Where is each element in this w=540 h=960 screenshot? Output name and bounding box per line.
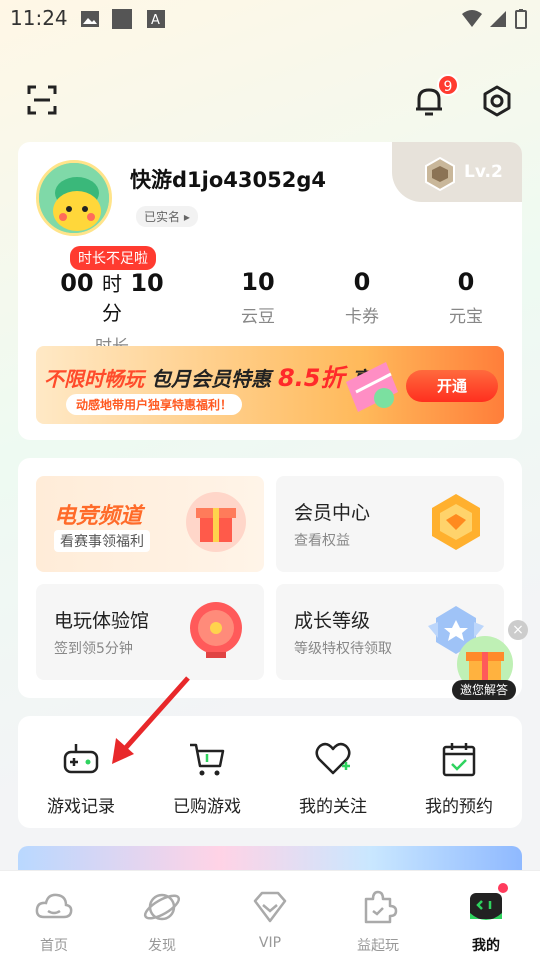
stat-duration-hours-unit: 时	[102, 272, 122, 296]
status-bar: 11:24 A	[0, 0, 540, 40]
nav-vip[interactable]: VIP	[216, 871, 324, 960]
profile-card: 快游d1jo43052g4 已实名 ▸ Lv.2 时长不足啦 00 时 10 分…	[18, 142, 522, 440]
feature-arcade-hall[interactable]: 电玩体验馆 签到领5分钟	[36, 584, 264, 680]
feature-growth-subtitle: 等级特权待领取	[294, 641, 392, 657]
verified-badge[interactable]: 已实名 ▸	[136, 206, 198, 227]
prize-wheel-icon	[190, 602, 242, 658]
svg-text:A: A	[151, 13, 160, 28]
puzzle-icon	[364, 890, 398, 924]
gift-box-icon	[186, 492, 246, 552]
nav-discover-label: 发现	[148, 938, 176, 954]
level-text: Lv.2	[464, 162, 503, 182]
feature-growth-title: 成长等级	[294, 610, 371, 632]
stat-coupons[interactable]: 0 卡券	[302, 268, 422, 327]
gamepad-icon	[63, 744, 99, 774]
stat-coupons-label: 卡券	[345, 307, 379, 327]
cloud-icon	[35, 893, 73, 919]
time-warning-pill: 时长不足啦	[70, 246, 156, 270]
feature-arcade-subtitle: 签到领5分钟	[54, 641, 133, 657]
nav-yiqiwan[interactable]: 益起玩	[324, 871, 432, 960]
wifi-icon	[462, 10, 482, 27]
avatar-image	[39, 163, 109, 233]
settings-icon[interactable]	[480, 84, 514, 118]
stat-ingots-value: 0	[457, 268, 475, 296]
avatar[interactable]	[36, 160, 112, 236]
stat-ingots[interactable]: 0 元宝	[406, 268, 526, 327]
feature-esports-title: 电竞频道	[54, 504, 143, 529]
diamond-icon	[253, 891, 287, 923]
quick-my-follows-label: 我的关注	[299, 797, 367, 817]
notification-badge: 9	[437, 74, 459, 96]
planet-icon	[143, 893, 181, 921]
nav-mine-label: 我的	[472, 938, 500, 954]
nav-mine[interactable]: 我的	[432, 871, 540, 960]
calendar-check-icon	[442, 743, 476, 777]
stat-coupons-value: 0	[353, 268, 371, 296]
quick-actions-card: 游戏记录 已购游戏 我的关注 我的预约	[18, 716, 522, 828]
stat-duration-minutes-unit: 分	[102, 301, 122, 325]
vip-gift-icon	[346, 362, 398, 412]
signal-icon	[490, 11, 506, 27]
banner-title-part2: 包月会员特惠	[150, 367, 271, 391]
image-icon	[81, 11, 99, 27]
nav-discover[interactable]: 发现	[108, 871, 216, 960]
heart-plus-icon	[315, 742, 351, 775]
status-time: 11:24	[10, 6, 68, 30]
bottom-nav: 首页 发现 VIP 益起玩 我的	[0, 870, 540, 960]
battery-icon	[515, 9, 527, 29]
nav-home-label: 首页	[40, 938, 68, 954]
annotation-arrow-icon	[112, 676, 190, 764]
feature-member-center[interactable]: 会员中心 查看权益	[276, 476, 504, 572]
stat-duration-hours: 00	[60, 269, 94, 297]
feature-esports-subtitle: 看赛事领福利	[54, 530, 150, 552]
banner-title: 不限时畅玩 包月会员特惠 8.5折 享	[44, 358, 371, 393]
stat-cloud-beans-label: 云豆	[241, 307, 275, 327]
nav-home[interactable]: 首页	[0, 871, 108, 960]
banner-discount: 8.5折	[277, 364, 345, 392]
profile-face-icon	[470, 893, 502, 920]
help-label[interactable]: 邀您解答	[452, 680, 516, 700]
nav-mine-dot	[498, 883, 508, 893]
stat-ingots-label: 元宝	[449, 307, 483, 327]
username: 快游d1jo43052g4	[130, 168, 326, 192]
scan-icon[interactable]	[26, 84, 58, 116]
member-hexagon-icon	[432, 494, 480, 550]
quick-my-reservations[interactable]: 我的预约	[396, 716, 522, 828]
nav-yiqiwan-label: 益起玩	[357, 938, 399, 954]
feature-arcade-title: 电玩体验馆	[54, 610, 150, 632]
level-emblem-icon	[425, 156, 455, 192]
feature-member-title: 会员中心	[294, 502, 371, 524]
quick-purchased-games-label: 已购游戏	[173, 797, 241, 817]
feature-esports-channel[interactable]: 电竞频道 看赛事领福利	[36, 476, 264, 572]
quick-my-reservations-label: 我的预约	[425, 797, 493, 817]
banner-open-button[interactable]: 开通	[406, 370, 498, 402]
stat-cloud-beans-value: 10	[241, 268, 275, 296]
vip-promo-banner[interactable]: 不限时畅玩 包月会员特惠 8.5折 享 动感地带用户独享特惠福利！ 开通	[36, 346, 504, 424]
quick-my-follows[interactable]: 我的关注	[270, 716, 396, 828]
features-card: 电竞频道 看赛事领福利 会员中心 查看权益 电玩体验馆 签到领5分钟 成长等级 …	[18, 458, 522, 698]
stat-cloud-beans[interactable]: 10 云豆	[198, 268, 318, 327]
nav-vip-label: VIP	[258, 935, 282, 951]
feature-member-subtitle: 查看权益	[294, 533, 350, 549]
font-icon: A	[147, 10, 165, 28]
stat-duration[interactable]: 00 时 10 分 时长	[52, 268, 172, 357]
square-icon	[112, 9, 132, 29]
quick-game-records-label: 游戏记录	[47, 797, 115, 817]
stat-duration-minutes: 10	[130, 269, 164, 297]
banner-subtitle: 动感地带用户独享特惠福利！	[66, 394, 243, 415]
banner-title-part1: 不限时畅玩	[44, 367, 144, 391]
